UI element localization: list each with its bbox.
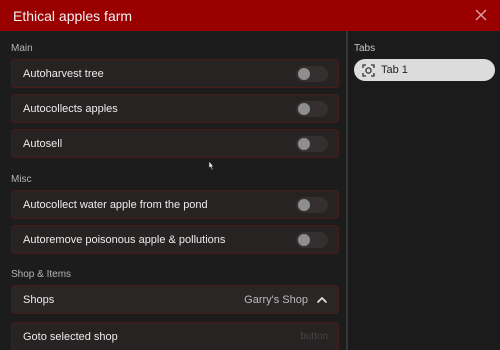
toggle-knob (298, 102, 310, 115)
section-label-main: Main (11, 43, 33, 54)
dropdown-label: Shops (23, 293, 55, 306)
autocollects-apples-toggle[interactable] (296, 100, 328, 117)
toggle-label: Autocollects apples (23, 102, 118, 115)
toggle-knob (298, 137, 310, 150)
toggle-row-autosell[interactable]: Autosell (11, 129, 339, 158)
toggle-label: Autoremove poisonous apple & pollutions (23, 233, 226, 246)
toggle-knob (298, 233, 310, 246)
autocollect-water-apple-toggle[interactable] (296, 196, 328, 213)
section-label-shop-items: Shop & Items (11, 269, 72, 280)
section-label-misc: Misc (11, 174, 32, 185)
toggle-row-autocollects-apples[interactable]: Autocollects apples (11, 94, 339, 123)
toggle-row-autocollect-water-apple[interactable]: Autocollect water apple from the pond (11, 190, 339, 219)
chevron-up-icon[interactable] (316, 294, 328, 306)
toggle-label: Autocollect water apple from the pond (23, 198, 208, 211)
autosell-toggle[interactable] (296, 135, 328, 152)
mouse-cursor-icon (207, 158, 215, 171)
toggle-label: Autosell (23, 137, 63, 150)
toggle-knob (298, 198, 310, 211)
tab-icon (362, 63, 375, 77)
toggle-row-autoremove-poisonous-apple[interactable]: Autoremove poisonous apple & pollutions (11, 225, 339, 254)
tab-1[interactable]: Tab 1 (354, 59, 495, 81)
goto-selected-shop-button[interactable]: Goto selected shop button (11, 322, 339, 350)
tabs-label: Tabs (354, 43, 376, 54)
close-icon[interactable] (472, 6, 490, 24)
tab-label: Tab 1 (381, 64, 408, 76)
tabs-panel: Tabs Tab 1 (348, 31, 500, 350)
toggle-label: Autoharvest tree (23, 67, 104, 80)
toggle-knob (298, 67, 310, 80)
autoremove-poisonous-apple-toggle[interactable] (296, 231, 328, 248)
title-bar: Ethical apples farm (0, 0, 500, 31)
shops-dropdown[interactable]: Shops Garry's Shop (11, 285, 339, 314)
window-title: Ethical apples farm (13, 7, 133, 24)
dropdown-selected-value: Garry's Shop (244, 293, 308, 306)
autoharvest-tree-toggle[interactable] (296, 65, 328, 82)
toggle-row-autoharvest-tree[interactable]: Autoharvest tree (11, 59, 339, 88)
button-hint: button (300, 331, 328, 342)
main-panel: Main Autoharvest tree Autocollects apple… (0, 31, 346, 350)
button-label: Goto selected shop (23, 330, 118, 343)
